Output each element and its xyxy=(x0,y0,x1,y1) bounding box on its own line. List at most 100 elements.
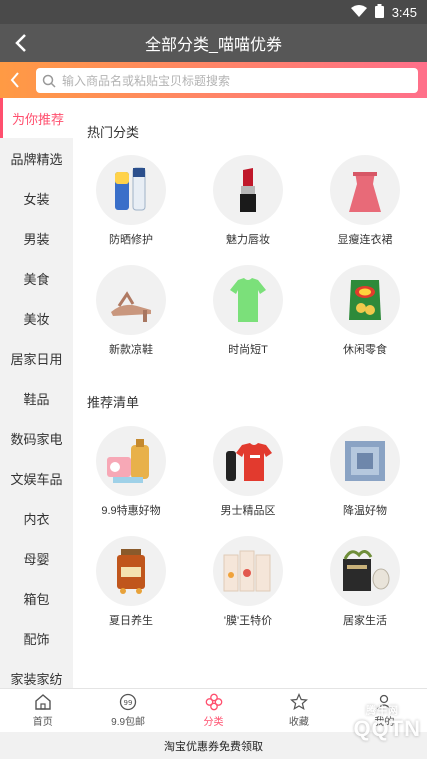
sidebar-item-entertainment[interactable]: 文娱车品 xyxy=(0,458,73,498)
sidebar-item-label: 家装家纺 xyxy=(10,671,63,687)
search-input[interactable] xyxy=(62,73,392,88)
list-summer-health[interactable]: 夏日养生 xyxy=(76,536,186,628)
list-label: 男士精品区 xyxy=(220,505,276,517)
sidebar-item-recommend[interactable]: 为你推荐 xyxy=(0,98,73,138)
list-deals[interactable]: 9.9特惠好物 xyxy=(76,426,186,518)
battery-icon xyxy=(374,3,384,21)
status-time: 3:45 xyxy=(391,4,417,20)
tab-home[interactable]: 首页 xyxy=(0,689,85,732)
search-box[interactable] xyxy=(36,68,418,93)
sidebar-item-label: 鞋品 xyxy=(23,391,50,407)
sidebar-item-label: 居家日用 xyxy=(10,351,63,367)
category-sidebar: 为你推荐 品牌精选 女装 男装 美食 美妆 居家日用 鞋品 数码家电 文娱车品 … xyxy=(0,98,73,688)
tshirt-icon xyxy=(213,265,283,335)
honey-icon xyxy=(96,536,166,606)
menswear-icon xyxy=(213,426,283,496)
hot-section-title: 热门分类 xyxy=(87,125,140,140)
category-lipstick[interactable]: 魅力唇妆 xyxy=(193,155,303,247)
category-snacks[interactable]: 休闲零食 xyxy=(310,265,420,357)
tab-label: 收藏 xyxy=(288,717,309,728)
tab-label: 9.9包邮 xyxy=(111,717,146,728)
lipstick-icon xyxy=(213,155,283,225)
category-sandals[interactable]: 新款凉鞋 xyxy=(76,265,186,357)
list-home-living[interactable]: 居家生活 xyxy=(310,536,420,628)
category-label: 魅力唇妆 xyxy=(226,234,270,246)
99-icon: 99 xyxy=(119,693,137,711)
sidebar-item-baby[interactable]: 母婴 xyxy=(0,538,73,578)
snack-icon xyxy=(330,265,400,335)
category-label: 显瘦连衣裙 xyxy=(337,234,393,246)
category-dress[interactable]: 显瘦连衣裙 xyxy=(310,155,420,247)
title-bar: 全部分类_喵喵优券 xyxy=(0,24,427,62)
list-menswear[interactable]: 男士精品区 xyxy=(193,426,303,518)
category-label: 休闲零食 xyxy=(343,344,387,356)
sidebar-item-beauty[interactable]: 美妆 xyxy=(0,298,73,338)
sidebar-item-shoes[interactable]: 鞋品 xyxy=(0,378,73,418)
tab-99[interactable]: 99 9.9包邮 xyxy=(85,689,170,732)
recommend-section-title: 推荐清单 xyxy=(87,395,140,410)
list-label: 夏日养生 xyxy=(109,615,153,627)
page-title: 全部分类_喵喵优券 xyxy=(145,37,282,54)
sidebar-item-label: 品牌精选 xyxy=(10,151,63,167)
dress-icon xyxy=(330,155,400,225)
list-facemask[interactable]: '膜'王特价 xyxy=(193,536,303,628)
category-tshirt[interactable]: 时尚短T xyxy=(193,265,303,357)
home-icon xyxy=(35,694,51,710)
category-label: 时尚短T xyxy=(228,344,268,356)
list-warm-goods[interactable]: 降温好物 xyxy=(310,426,420,518)
facemask-icon xyxy=(213,536,283,606)
sidebar-item-label: 母婴 xyxy=(23,551,50,567)
sidebar-item-label: 女装 xyxy=(23,191,50,207)
category-icon xyxy=(205,693,222,711)
list-label: 居家生活 xyxy=(343,615,387,627)
category-content: 热门分类 防晒修护 魅力唇妆 显瘦连衣裙 新款凉鞋 时尚短T 休闲零食 推荐清单… xyxy=(73,98,427,688)
category-label: 防晒修护 xyxy=(109,234,153,246)
wifi-icon xyxy=(350,4,367,20)
sidebar-item-label: 美食 xyxy=(23,271,50,287)
tab-label: 首页 xyxy=(32,717,53,728)
list-label: 降温好物 xyxy=(343,505,387,517)
chevron-left-icon xyxy=(10,72,19,88)
sandal-icon xyxy=(96,265,166,335)
category-sunscreen[interactable]: 防晒修护 xyxy=(76,155,186,247)
back-arrow-icon xyxy=(15,34,26,52)
sidebar-item-accessories[interactable]: 配饰 xyxy=(0,618,73,658)
watermark-text: QQTN xyxy=(353,716,421,741)
svg-text:99: 99 xyxy=(124,699,133,707)
sidebar-item-label: 为你推荐 xyxy=(11,111,64,127)
back-button[interactable] xyxy=(8,30,34,56)
watermark-subtext: 腾牛网 xyxy=(366,706,399,717)
search-icon xyxy=(42,74,56,88)
sidebar-item-brand[interactable]: 品牌精选 xyxy=(0,138,73,178)
coupon-banner-text: 淘宝优惠券免费领取 xyxy=(164,740,263,753)
search-bar xyxy=(0,62,427,98)
sidebar-item-label: 内衣 xyxy=(23,511,50,527)
sidebar-item-label: 男装 xyxy=(23,231,50,247)
blanket-icon xyxy=(330,426,400,496)
sidebar-item-women[interactable]: 女装 xyxy=(0,178,73,218)
tab-favorites[interactable]: 收藏 xyxy=(256,689,341,732)
sidebar-item-food[interactable]: 美食 xyxy=(0,258,73,298)
sidebar-item-label: 美妆 xyxy=(23,311,50,327)
star-icon xyxy=(289,693,308,711)
list-label: '膜'王特价 xyxy=(223,615,273,627)
tab-category[interactable]: 分类 xyxy=(171,689,256,732)
status-bar: 3:45 xyxy=(0,0,427,24)
sidebar-item-bags[interactable]: 箱包 xyxy=(0,578,73,618)
watermark-logo: QQTN 腾牛网 xyxy=(353,706,421,742)
sidebar-item-label: 箱包 xyxy=(23,591,50,607)
sidebar-item-label: 文娱车品 xyxy=(10,471,63,487)
sidebar-item-men[interactable]: 男装 xyxy=(0,218,73,258)
deals-icon xyxy=(96,426,166,496)
list-label: 9.9特惠好物 xyxy=(101,505,161,517)
sidebar-item-label: 数码家电 xyxy=(10,431,63,447)
sidebar-item-digital[interactable]: 数码家电 xyxy=(0,418,73,458)
tab-label: 分类 xyxy=(203,717,224,728)
sidebar-item-label: 配饰 xyxy=(23,631,50,647)
sidebar-item-home[interactable]: 居家日用 xyxy=(0,338,73,378)
category-label: 新款凉鞋 xyxy=(109,344,153,356)
search-back-button[interactable] xyxy=(0,62,30,98)
sidebar-item-underwear[interactable]: 内衣 xyxy=(0,498,73,538)
sunscreen-icon xyxy=(96,155,166,225)
home-goods-icon xyxy=(330,536,400,606)
